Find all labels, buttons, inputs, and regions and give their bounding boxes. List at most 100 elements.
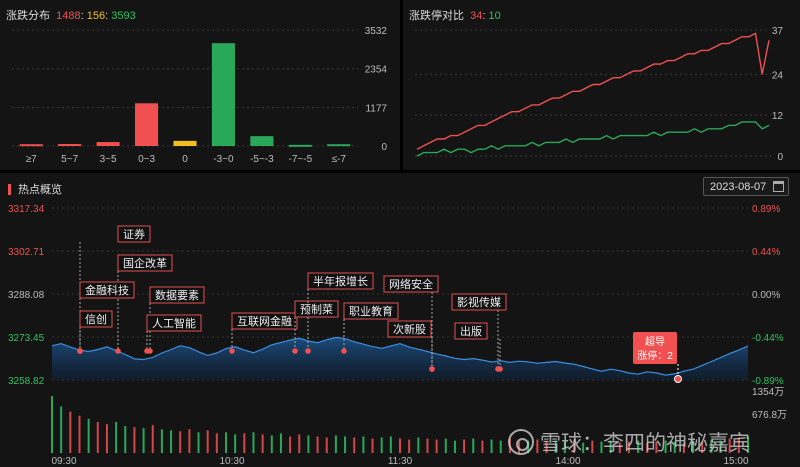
y-tick-label: 12 [772,111,784,122]
y-tick-label: 0 [777,152,783,163]
limit-ratio-line-chart: 37 24 12 0 [415,26,784,163]
bar-6 [250,136,274,146]
xueqiu-logo-icon [508,429,534,455]
tag-label-chuban: 出版 [460,324,482,338]
volume-bar [481,440,484,453]
y-left-tick: 3288.08 [8,290,45,301]
volume-bar [444,438,447,453]
watermark: 雪球：李四的神秘嘉宾 [508,427,750,457]
volume-bar [399,438,401,453]
x-tick-label: 10:30 [219,456,244,467]
bar-0 [19,144,43,147]
x-tick-label: 09:30 [51,456,76,467]
volume-bar [289,436,292,453]
x-tick-label: 5~7 [61,154,78,165]
volume-bar [426,438,429,453]
volume-bar [225,432,227,453]
volume-bar [197,432,200,453]
y-tick-label: 2354 [365,65,388,76]
volume-bar [417,437,420,453]
y-left-tick: 3302.71 [8,247,45,258]
volume-bar [362,436,365,453]
bar-2 [96,142,120,146]
volume-bar [389,436,392,453]
tag-label-yingshi: 影视传媒 [457,295,501,309]
tag-label-xinchuang: 信创 [85,313,107,326]
tag-dot [497,366,503,372]
x-tick-label: 15:00 [723,456,748,467]
bar-5 [211,43,235,147]
tag-label-bannian: 半年报增长 [313,274,368,288]
volume-bar [490,439,493,453]
y-right-tick: -0.89% [752,376,784,387]
volume-bar [51,396,53,453]
x-tick-label: 0~3 [138,154,155,165]
tag-label-rengong: 人工智能 [152,316,196,330]
volume-bar [371,438,374,453]
bar-1 [58,144,82,147]
volume-bar [499,440,502,453]
volume-bar [472,438,475,453]
tag-label-guoqi: 国企改革 [123,256,167,270]
volume-bar [124,426,127,453]
volume-bar [160,429,163,453]
y-right-tick: 0.00% [752,290,780,301]
volume-bar [380,437,383,453]
intraday-chart: 3317.34 0.89% 3302.71 0.44% 3288.08 0.00% 3273… [8,204,787,467]
volume-bar [234,434,237,453]
series-line-1 [416,121,770,157]
y-tick-label: 0 [381,142,387,153]
y-right-tick: 0.89% [752,204,780,215]
x-tick-label: 0 [182,154,188,165]
y-left-tick: 3317.34 [8,204,45,215]
tag-dot [305,348,311,354]
volume-bar [325,437,328,453]
volume-bar [353,437,356,453]
volume-bar [188,429,191,453]
y-left-tick: 3273.45 [8,333,45,344]
callout-dot [674,375,682,383]
tag-label-hulian: 互联网金融 [237,314,292,328]
tag-dot [115,348,121,354]
tag-dot [144,348,150,354]
volume-bar [142,428,145,453]
volume-bar [60,406,63,453]
y-left-tick: 3258.82 [8,376,45,387]
tag-dot [292,348,298,354]
volume-bar [151,425,154,453]
volume-bar [261,434,264,453]
tag-dot [77,348,83,354]
x-tick-label: 14:00 [555,456,580,467]
volume-bar [463,439,466,453]
volume-tick: 1354万 [752,387,784,398]
tag-label-jinrong: 金融科技 [85,283,129,297]
volume-bar [243,433,246,453]
distribution-panel: 涨跌分布 1488: 156: 3593 3532 2354 1177 0 ≥7 5~7 3… [0,0,400,170]
x-tick-label: 3~5 [100,154,117,165]
volume-bar [69,411,72,453]
volume-bar [179,431,182,453]
hotspot-panel: 热点概览 2023-08-07 3317.34 0.89% 3302.71 0.44%… [0,173,800,467]
bar-3 [135,103,159,146]
callout-line1: 超导 [645,335,665,348]
volume-bar [105,424,108,453]
tag-dot [341,348,347,354]
volume-bar [453,440,456,453]
volume-bar [279,433,282,453]
volume-bar [96,422,99,453]
x-tick-label: ≤-7 [332,154,347,165]
y-tick-label: 1177 [365,103,387,114]
x-tick-label: -5~-3 [250,154,274,165]
bar-7 [288,144,312,147]
y-tick-label: 24 [772,70,784,81]
volume-bar [206,430,209,453]
volume-bar [408,439,411,453]
bar-8 [327,144,351,147]
volume-tick: 676.8万 [752,410,787,421]
volume-bar [133,427,136,453]
volume-bar [307,435,310,453]
distribution-bar-chart: 3532 2354 1177 0 ≥7 5~7 3~5 0~3 0 -3~0 -5~-3 -7~-5 ≤… [12,26,388,165]
x-tick-label: -7~-5 [289,154,313,165]
x-tick-label: ≥7 [26,154,37,165]
tag-label-zhiye: 职业教育 [349,304,393,318]
